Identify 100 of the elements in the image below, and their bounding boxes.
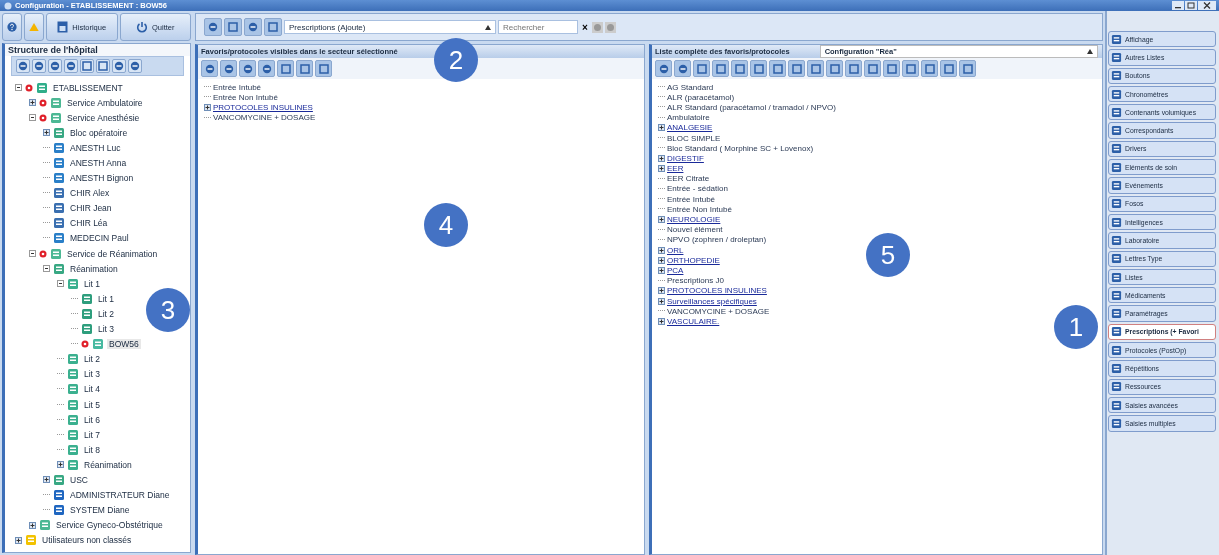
toolbar-button[interactable] [921, 60, 938, 77]
expand-icon[interactable] [43, 476, 50, 484]
tree-item[interactable]: Lit 3 [96, 324, 117, 335]
tree-item[interactable]: Lit 8 [82, 444, 103, 455]
expand-icon[interactable] [204, 103, 211, 111]
expand-icon[interactable] [29, 521, 36, 529]
expand-icon[interactable] [43, 129, 50, 137]
toolbar-button[interactable] [258, 60, 275, 77]
expand-icon[interactable] [658, 154, 665, 162]
list-item[interactable]: NPVO (zophren / droleptan) [667, 235, 767, 245]
tree-item[interactable]: Service de Réanimation [65, 248, 160, 259]
toolbar-button[interactable] [655, 60, 672, 77]
tree-item[interactable]: Réanimation [82, 459, 134, 470]
tree-item[interactable]: Service Gyneco-Obstétrique [54, 520, 165, 531]
tree-item[interactable]: Bloc opératoire [68, 127, 130, 138]
toolbar-button[interactable] [264, 18, 282, 36]
tree-item[interactable]: Service Ambulatoire [65, 97, 145, 108]
tree-item[interactable]: CHIR Alex [68, 188, 112, 199]
list-item[interactable]: Bloc Standard ( Morphine SC + Lovenox) [667, 143, 814, 153]
toolbar-button[interactable] [769, 60, 786, 77]
list-item[interactable]: AG Standard [667, 82, 714, 92]
tree-item[interactable]: Lit 5 [82, 399, 103, 410]
toolbar-button[interactable] [296, 60, 313, 77]
toolbar-button[interactable] [959, 60, 976, 77]
expand-icon[interactable] [658, 246, 665, 254]
list-item[interactable]: EER Citrate [667, 174, 710, 184]
expand-icon[interactable] [658, 124, 665, 132]
group-link[interactable]: DIGESTIF [667, 153, 704, 163]
toolbar-button[interactable] [239, 60, 256, 77]
expand-icon[interactable] [658, 317, 665, 325]
search-field[interactable]: Rechercher [498, 20, 578, 34]
toolbar-button[interactable] [204, 18, 222, 36]
list-item[interactable]: Entrée - sédation [667, 184, 728, 194]
toolbar-button[interactable] [224, 18, 242, 36]
collapse-icon[interactable] [29, 250, 36, 258]
group-link[interactable]: ORTHOPEDIE [667, 255, 720, 265]
toolbar-button[interactable] [902, 60, 919, 77]
tree-item[interactable]: SYSTEM Diane [68, 505, 132, 516]
toolbar-button[interactable] [864, 60, 881, 77]
list-item[interactable]: Ambulatoire [667, 113, 710, 123]
list-item[interactable]: Nouvel élément [667, 225, 723, 235]
list-item[interactable]: ALR (paracétamol) [667, 92, 735, 102]
list-item[interactable]: VANCOMYCINE + DOSAGE [667, 306, 770, 316]
tree-item[interactable]: USC [68, 475, 90, 485]
tree-item[interactable]: ANESTH Luc [68, 142, 123, 153]
list-item[interactable]: ALR Standard (paracétamol / tramadol / NPVO) [667, 102, 836, 112]
group-link[interactable]: PCA [667, 265, 684, 275]
list-item[interactable]: Entrée Intubé [213, 82, 262, 92]
restore-icon[interactable] [1185, 1, 1197, 10]
toolbar-button[interactable] [845, 60, 862, 77]
tree-item[interactable]: ANESTH Bignon [68, 173, 136, 184]
tree-item[interactable]: Lit 2 [82, 354, 103, 365]
tree-item[interactable]: Lit 3 [82, 369, 103, 380]
tree-item[interactable]: Lit 7 [82, 429, 103, 440]
help-button[interactable] [2, 13, 22, 41]
dropdown-arrow-icon[interactable] [1087, 49, 1093, 54]
collapse-icon[interactable] [29, 114, 36, 122]
tree-item[interactable]: BOW56 [107, 339, 141, 350]
list-item[interactable]: Prescriptions J0 [667, 276, 724, 286]
clear-button[interactable]: × [580, 21, 590, 33]
expand-icon[interactable] [29, 99, 36, 107]
toolbar-button[interactable] [277, 60, 294, 77]
list-item[interactable]: BLOC SIMPLE [667, 133, 721, 143]
expand-icon[interactable] [15, 536, 22, 544]
expand-icon[interactable] [57, 461, 64, 469]
toolbar-button[interactable] [788, 60, 805, 77]
group-link[interactable]: PROTOCOLES INSULINES [667, 286, 767, 296]
collapse-icon[interactable] [15, 84, 22, 92]
toolbar-button[interactable] [674, 60, 691, 77]
tree-item[interactable]: Utilisateurs non classés [40, 535, 134, 546]
toolbar-button[interactable] [731, 60, 748, 77]
group-link[interactable]: VASCULAIRE. [667, 316, 720, 326]
group-link[interactable]: EER [667, 164, 684, 174]
tree-item[interactable]: Service Anesthésie [65, 112, 142, 123]
tree-item[interactable]: CHIR Léa [68, 218, 110, 229]
toolbar-button[interactable] [712, 60, 729, 77]
toolbar-button[interactable] [826, 60, 843, 77]
tree-item[interactable]: ADMINISTRATEUR Diane [68, 490, 172, 501]
collapse-icon[interactable] [57, 280, 64, 288]
expand-icon[interactable] [658, 256, 665, 264]
tree-item[interactable]: Lit 6 [82, 414, 103, 425]
toolbar-button[interactable] [883, 60, 900, 77]
dropdown-arrow-icon[interactable] [485, 24, 491, 30]
close-icon[interactable] [1198, 1, 1216, 10]
tree-item[interactable]: ETABLISSEMENT [51, 82, 125, 93]
tree-item[interactable]: Lit 2 [96, 308, 117, 319]
toolbar-button[interactable] [315, 60, 332, 77]
tree-item[interactable]: CHIR Jean [68, 203, 114, 214]
list-item[interactable]: VANCOMYCINE + DOSAGE [213, 113, 316, 123]
expand-icon[interactable] [658, 266, 665, 274]
tree-item[interactable]: Lit 1 [96, 293, 117, 304]
group-link[interactable]: NEUROLOGIE [667, 215, 721, 225]
list-item[interactable]: Entrée Intubé [667, 194, 716, 204]
collapse-icon[interactable] [43, 265, 50, 273]
tree-item[interactable]: ANESTH Anna [68, 158, 129, 168]
category-dropdown[interactable]: Prescriptions (Ajoute) [284, 20, 496, 34]
toolbar-button[interactable] [693, 60, 710, 77]
tree-item[interactable]: MEDECIN Paul [68, 233, 131, 244]
tree-item[interactable]: Lit 4 [82, 384, 103, 395]
expand-icon[interactable] [658, 216, 665, 224]
